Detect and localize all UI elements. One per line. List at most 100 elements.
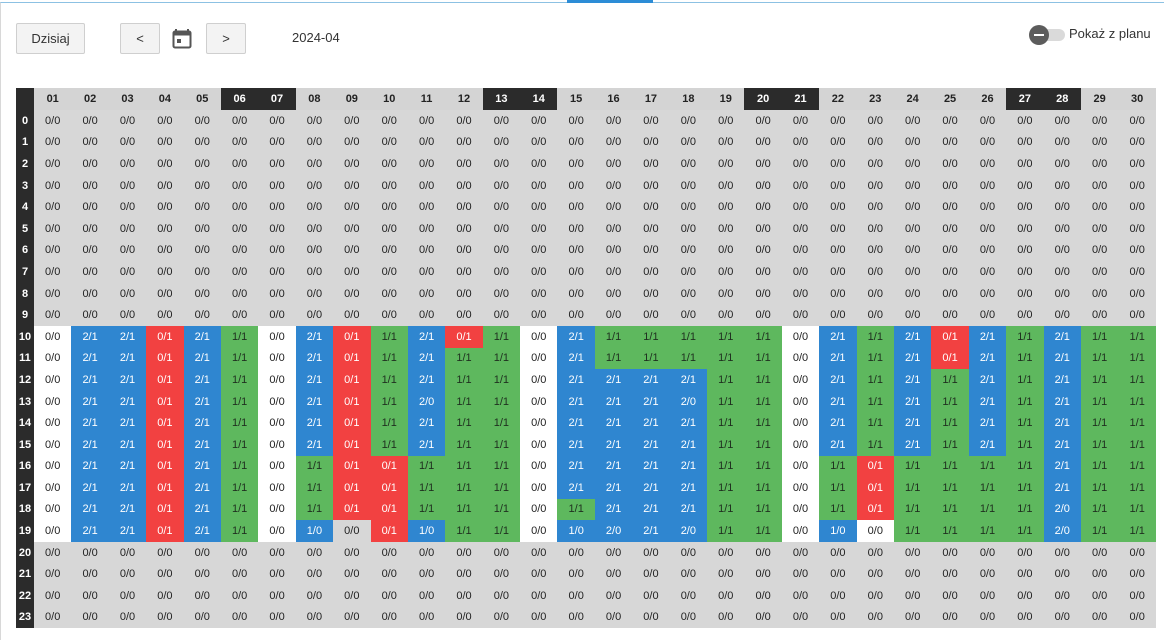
slot-cell[interactable]: 0/0 <box>520 369 558 391</box>
slot-cell[interactable]: 2/1 <box>183 498 221 521</box>
slot-cell[interactable]: 0/0 <box>445 541 483 564</box>
slot-cell[interactable]: 2/1 <box>632 498 670 521</box>
slot-cell[interactable]: 2/1 <box>71 347 109 370</box>
slot-cell[interactable]: 0/0 <box>781 455 820 478</box>
slot-cell[interactable]: 0/0 <box>183 196 221 218</box>
slot-cell[interactable]: 0/0 <box>34 325 72 348</box>
slot-cell[interactable]: 0/0 <box>71 563 109 586</box>
slot-cell[interactable]: 0/0 <box>333 196 371 218</box>
slot-cell[interactable]: 0/0 <box>744 563 782 586</box>
slot-cell[interactable]: 1/1 <box>707 369 745 391</box>
slot-cell[interactable]: 0/0 <box>295 131 334 154</box>
slot-cell[interactable]: 0/0 <box>1043 110 1081 132</box>
slot-cell[interactable]: 0/0 <box>146 585 184 607</box>
slot-cell[interactable]: 0/0 <box>295 217 334 240</box>
slot-cell[interactable]: 0/0 <box>34 606 72 629</box>
slot-cell[interactable]: 0/0 <box>707 541 745 564</box>
slot-cell[interactable]: 0/0 <box>407 541 446 564</box>
next-month-button[interactable]: > <box>206 23 246 54</box>
slot-cell[interactable]: 1/1 <box>968 498 1007 521</box>
slot-cell[interactable]: 0/1 <box>333 477 371 499</box>
slot-cell[interactable]: 0/0 <box>258 520 296 542</box>
slot-cell[interactable]: 0/0 <box>968 585 1007 607</box>
slot-cell[interactable]: 0/0 <box>370 217 408 240</box>
slot-cell[interactable]: 0/0 <box>1006 585 1044 607</box>
slot-cell[interactable]: 1/1 <box>707 520 745 542</box>
slot-cell[interactable]: 0/0 <box>931 239 969 262</box>
slot-cell[interactable]: 2/1 <box>632 477 670 499</box>
slot-cell[interactable]: 0/0 <box>295 563 334 586</box>
slot-cell[interactable]: 0/0 <box>520 174 558 197</box>
slot-cell[interactable]: 0/0 <box>258 369 296 391</box>
slot-cell[interactable]: 0/0 <box>819 217 857 240</box>
slot-cell[interactable]: 0/0 <box>220 217 259 240</box>
slot-cell[interactable]: 0/0 <box>146 606 184 629</box>
slot-cell[interactable]: 0/1 <box>146 455 184 478</box>
slot-cell[interactable]: 1/1 <box>707 477 745 499</box>
slot-cell[interactable]: 0/0 <box>108 153 147 175</box>
slot-cell[interactable]: 0/0 <box>146 261 184 283</box>
slot-cell[interactable]: 0/0 <box>370 261 408 283</box>
slot-cell[interactable]: 1/1 <box>220 498 259 521</box>
slot-cell[interactable]: 0/0 <box>632 606 670 629</box>
slot-cell[interactable]: 1/1 <box>445 455 483 478</box>
slot-cell[interactable]: 0/0 <box>968 541 1007 564</box>
slot-cell[interactable]: 2/1 <box>1043 433 1081 456</box>
slot-cell[interactable]: 2/1 <box>594 455 633 478</box>
slot-cell[interactable]: 0/0 <box>220 131 259 154</box>
slot-cell[interactable]: 0/0 <box>71 239 109 262</box>
slot-cell[interactable]: 0/0 <box>407 304 446 326</box>
slot-cell[interactable]: 1/1 <box>744 390 782 413</box>
slot-cell[interactable]: 0/0 <box>482 174 521 197</box>
slot-cell[interactable]: 0/0 <box>893 282 932 305</box>
slot-cell[interactable]: 1/1 <box>744 477 782 499</box>
slot-cell[interactable]: 0/0 <box>707 131 745 154</box>
slot-cell[interactable]: 0/0 <box>707 153 745 175</box>
slot-cell[interactable]: 0/0 <box>520 412 558 434</box>
slot-cell[interactable]: 2/1 <box>295 369 334 391</box>
slot-cell[interactable]: 0/0 <box>1118 563 1156 586</box>
slot-cell[interactable]: 0/0 <box>632 239 670 262</box>
slot-cell[interactable]: 1/1 <box>707 498 745 521</box>
slot-cell[interactable]: 0/0 <box>1006 563 1044 586</box>
slot-cell[interactable]: 0/1 <box>856 477 894 499</box>
slot-cell[interactable]: 0/0 <box>893 110 932 132</box>
slot-cell[interactable]: 2/1 <box>108 455 147 478</box>
slot-cell[interactable]: 1/1 <box>1118 433 1156 456</box>
slot-cell[interactable]: 0/0 <box>819 282 857 305</box>
slot-cell[interactable]: 0/0 <box>258 563 296 586</box>
slot-cell[interactable]: 0/0 <box>1118 217 1156 240</box>
slot-cell[interactable]: 0/0 <box>258 347 296 370</box>
slot-cell[interactable]: 0/0 <box>71 217 109 240</box>
slot-cell[interactable]: 2/1 <box>407 433 446 456</box>
slot-cell[interactable]: 0/0 <box>1118 282 1156 305</box>
slot-cell[interactable]: 0/0 <box>1080 304 1119 326</box>
slot-cell[interactable]: 0/0 <box>968 239 1007 262</box>
slot-cell[interactable]: 0/1 <box>146 347 184 370</box>
slot-cell[interactable]: 0/0 <box>557 261 595 283</box>
slot-cell[interactable]: 0/0 <box>1043 261 1081 283</box>
show-plan-toggle[interactable] <box>1029 25 1067 45</box>
slot-cell[interactable]: 0/0 <box>520 261 558 283</box>
slot-cell[interactable]: 0/0 <box>781 606 820 629</box>
slot-cell[interactable]: 0/0 <box>781 282 820 305</box>
slot-cell[interactable]: 1/1 <box>220 347 259 370</box>
slot-cell[interactable]: 1/1 <box>220 390 259 413</box>
slot-cell[interactable]: 1/1 <box>669 325 708 348</box>
slot-cell[interactable]: 0/0 <box>781 390 820 413</box>
slot-cell[interactable]: 0/0 <box>220 282 259 305</box>
slot-cell[interactable]: 0/1 <box>333 390 371 413</box>
slot-cell[interactable]: 0/1 <box>333 325 371 348</box>
slot-cell[interactable]: 1/1 <box>856 369 894 391</box>
slot-cell[interactable]: 1/1 <box>445 412 483 434</box>
slot-cell[interactable]: 1/1 <box>819 455 857 478</box>
slot-cell[interactable]: 0/1 <box>333 369 371 391</box>
slot-cell[interactable]: 2/1 <box>893 369 932 391</box>
slot-cell[interactable]: 0/0 <box>819 261 857 283</box>
slot-cell[interactable]: 0/0 <box>632 217 670 240</box>
slot-cell[interactable]: 0/0 <box>482 606 521 629</box>
slot-cell[interactable]: 0/0 <box>108 131 147 154</box>
slot-cell[interactable]: 0/0 <box>34 261 72 283</box>
slot-cell[interactable]: 0/0 <box>71 196 109 218</box>
slot-cell[interactable]: 0/0 <box>594 196 633 218</box>
